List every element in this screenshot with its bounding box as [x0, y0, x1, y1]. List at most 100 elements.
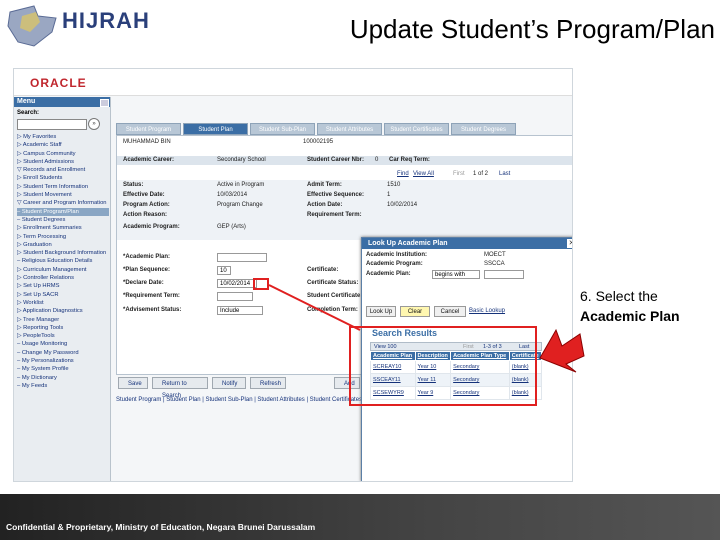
- menu-item[interactable]: – My Dictionary: [17, 374, 109, 382]
- admit-term-label: Admit Term:: [307, 182, 342, 188]
- menu-item[interactable]: ▽ Records and Enrollment: [17, 166, 109, 174]
- lookup-button[interactable]: Look Up: [366, 306, 396, 317]
- action-date-value: 10/02/2014: [387, 202, 418, 208]
- cancel-button[interactable]: Cancel: [434, 306, 466, 317]
- student-id: 100002195: [303, 139, 334, 145]
- return-to-search-button[interactable]: Return to Search: [152, 377, 208, 399]
- menu-item[interactable]: – Student Program/Plan: [17, 207, 109, 216]
- minimize-icon[interactable]: [100, 99, 109, 107]
- menu-item[interactable]: ▷ Application Diagnostics: [17, 307, 109, 315]
- view-all-link[interactable]: View All: [413, 171, 434, 177]
- page-links[interactable]: Student Program | Student Plan | Student…: [116, 397, 365, 403]
- advise-status-label: *Advisement Status:: [123, 307, 182, 313]
- menu-item[interactable]: ▷ Student Movement: [17, 191, 109, 199]
- plan-seq-label: *Plan Sequence:: [123, 267, 171, 273]
- lookup-program-label: Academic Program:: [366, 261, 423, 267]
- student-name: MUHAMMAD BIN: [123, 139, 171, 145]
- career-nbr-label: Student Career Nbr:: [307, 157, 365, 163]
- effseq-label: Effective Sequence:: [307, 192, 365, 198]
- results-highlight: [349, 326, 537, 406]
- nav-first[interactable]: First: [453, 171, 465, 177]
- effseq-value: 1: [387, 192, 391, 198]
- plan-req-term-label: *Requirement Term:: [123, 293, 180, 299]
- menu-item[interactable]: ▷ Student Admissions: [17, 158, 109, 166]
- lookup-operator-select[interactable]: begins with: [432, 270, 480, 279]
- menu-item[interactable]: ▷ Enroll Students: [17, 174, 109, 182]
- menu-item[interactable]: – Religious Education Details: [17, 257, 109, 265]
- menu-item[interactable]: ▷ Controller Relations: [17, 274, 109, 282]
- menu-item[interactable]: ▷ Campus Community: [17, 150, 109, 158]
- lookup-title: Look Up Academic Plan: [362, 238, 572, 249]
- plan-req-term-input[interactable]: [217, 292, 253, 301]
- declare-date-input[interactable]: 10/02/2014: [217, 279, 257, 288]
- app-screenshot: ORACLE Menu Search: » ▷ My Favorites ▷ Ac…: [13, 68, 573, 482]
- tab-0[interactable]: Student Program: [116, 123, 181, 135]
- declare-date-label: *Declare Date:: [123, 280, 164, 286]
- menu-item[interactable]: ▷ Worklist: [17, 299, 109, 307]
- advise-status-select[interactable]: Include: [217, 306, 263, 315]
- career-nbr-value: 0: [375, 157, 379, 163]
- callout-line2: Academic Plan: [580, 308, 680, 324]
- certificate-label: Certificate:: [307, 267, 339, 273]
- menu-item[interactable]: ▷ Academic Staff: [17, 141, 109, 149]
- menu-item[interactable]: ▷ Curriculum Management: [17, 266, 109, 274]
- effdate-label: Effective Date:: [123, 192, 165, 198]
- menu-item[interactable]: ▷ PeopleTools: [17, 332, 109, 340]
- student-cert-label: Student Certificate:: [307, 293, 363, 299]
- menu-item[interactable]: – Change My Password: [17, 349, 109, 357]
- tab-1[interactable]: Student Plan: [183, 123, 248, 135]
- menu-list: ▷ My Favorites ▷ Academic Staff ▷ Campus C…: [17, 133, 109, 390]
- tab-2[interactable]: Student Sub-Plan: [250, 123, 315, 135]
- menu-item[interactable]: ▷ Student Background Information: [17, 249, 109, 257]
- car-req-label: Car Req Term:: [389, 157, 430, 163]
- go-icon[interactable]: »: [88, 118, 100, 130]
- menu-item[interactable]: – Student Degrees: [17, 216, 109, 224]
- save-button[interactable]: Save: [118, 377, 148, 389]
- notify-button[interactable]: Notify: [212, 377, 246, 389]
- lookup-program-value: SSCCA: [484, 261, 505, 267]
- lookup-plan-input[interactable]: [484, 270, 524, 279]
- effdate-value: 10/03/2014: [217, 192, 248, 198]
- acad-program-label: Academic Program:: [123, 224, 180, 230]
- find-link[interactable]: Find: [397, 171, 409, 177]
- action-date-label: Action Date:: [307, 202, 343, 208]
- menu-item[interactable]: ▷ Term Processing: [17, 233, 109, 241]
- plan-seq-input[interactable]: 10: [217, 266, 231, 275]
- prog-action-label: Program Action:: [123, 202, 170, 208]
- menu-item[interactable]: ▷ Graduation: [17, 241, 109, 249]
- menu-search-input[interactable]: [17, 119, 87, 130]
- menu-item[interactable]: ▷ Set Up HRMS: [17, 282, 109, 290]
- basic-lookup-link[interactable]: Basic Lookup: [469, 308, 505, 314]
- lookup-plan-label: Academic Plan:: [366, 271, 411, 277]
- clear-button[interactable]: Clear: [400, 306, 430, 317]
- menu-item[interactable]: – My System Profile: [17, 365, 109, 373]
- refresh-button[interactable]: Refresh: [250, 377, 286, 389]
- menu-item[interactable]: – My Personalizations: [17, 357, 109, 365]
- close-icon[interactable]: ✕: [567, 239, 572, 248]
- academic-plan-label: *Academic Plan:: [123, 254, 171, 260]
- academic-plan-input[interactable]: [217, 253, 267, 262]
- menu-title: Menu: [14, 97, 110, 107]
- nav-last[interactable]: Last: [499, 171, 510, 177]
- menu-item[interactable]: – My Feeds: [17, 382, 109, 390]
- menu-item[interactable]: ▷ Reporting Tools: [17, 324, 109, 332]
- footer-text: Confidential & Proprietary, Ministry of …: [6, 522, 316, 532]
- menu-item[interactable]: ▷ Enrollment Summaries: [17, 224, 109, 232]
- admit-term-value: 1510: [387, 182, 401, 188]
- lookup-inst-value: MOECT: [484, 252, 506, 258]
- tab-4[interactable]: Student Certificates: [384, 123, 449, 135]
- nav-count: 1 of 2: [473, 171, 489, 177]
- tab-3[interactable]: Student Attributes: [317, 123, 382, 135]
- menu-item[interactable]: ▷ My Favorites: [17, 133, 109, 141]
- callout-line1: 6. Select the: [580, 288, 658, 304]
- menu-item[interactable]: ▷ Tree Manager: [17, 316, 109, 324]
- prog-action-value: Program Change: [217, 202, 263, 208]
- tab-5[interactable]: Student Degrees: [451, 123, 516, 135]
- menu-item[interactable]: ▽ Career and Program Information: [17, 199, 109, 207]
- lookup-inst-label: Academic Institution:: [366, 252, 428, 258]
- career-label: Academic Career:: [123, 157, 175, 163]
- menu-item[interactable]: ▷ Set Up SACR: [17, 291, 109, 299]
- menu-item[interactable]: – Usage Monitoring: [17, 340, 109, 348]
- callout-text: 6. Select the Academic Plan: [580, 286, 716, 326]
- menu-item[interactable]: ▷ Student Term Information: [17, 183, 109, 191]
